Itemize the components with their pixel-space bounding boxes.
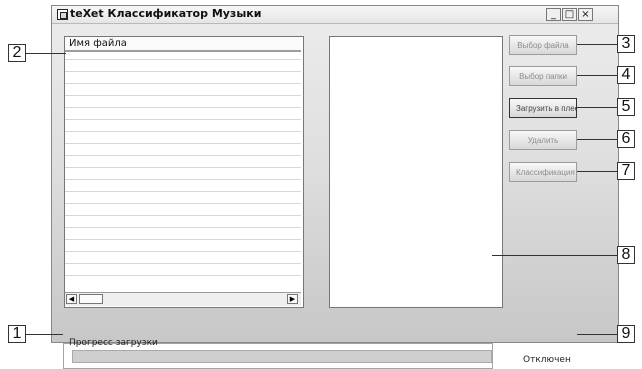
list-row-divider <box>65 263 301 264</box>
scroll-right-icon[interactable]: ▶ <box>287 294 298 304</box>
close-icon[interactable]: × <box>578 8 593 21</box>
choose-folder-button[interactable]: Выбор папки <box>509 66 577 86</box>
callout-line-3 <box>577 44 617 45</box>
callout-5: 5 <box>617 98 635 116</box>
list-row-divider <box>65 203 301 204</box>
callout-line-5 <box>577 107 617 108</box>
list-row-divider <box>65 179 301 180</box>
minimize-icon[interactable]: _ <box>546 8 561 21</box>
app-icon <box>57 9 68 20</box>
callout-line-7 <box>577 171 617 172</box>
list-row-divider <box>65 239 301 240</box>
scroll-thumb[interactable] <box>79 294 103 304</box>
callout-line-8 <box>492 255 617 256</box>
callout-line-1 <box>26 334 63 335</box>
choose-file-button[interactable]: Выбор файла <box>509 35 577 55</box>
callout-2: 2 <box>8 44 26 62</box>
callout-4: 4 <box>617 66 635 84</box>
list-row-divider <box>65 83 301 84</box>
callout-7: 7 <box>617 162 635 180</box>
list-row-divider <box>65 143 301 144</box>
load-player-button[interactable]: Загрузить в плее <box>509 98 577 118</box>
title-bar: teXet Классификатор Музыки _ □ × <box>52 6 618 24</box>
callout-line-4 <box>577 75 617 76</box>
callout-9: 9 <box>617 325 635 343</box>
progress-bar <box>72 350 492 363</box>
callout-line-2 <box>26 53 66 54</box>
list-row-divider <box>65 155 301 156</box>
callout-line-9 <box>577 334 617 335</box>
delete-button[interactable]: Удалить <box>509 130 577 150</box>
window-title: teXet Классификатор Музыки <box>70 7 262 20</box>
maximize-icon[interactable]: □ <box>562 8 577 21</box>
callout-line-6 <box>577 139 617 140</box>
list-row-divider <box>65 251 301 252</box>
list-row-divider <box>65 275 301 276</box>
list-row-divider <box>65 215 301 216</box>
list-row-divider <box>65 167 301 168</box>
callout-1: 1 <box>8 325 26 343</box>
horizontal-scrollbar[interactable]: ◀ ▶ <box>65 292 301 306</box>
file-list[interactable]: Имя файла ◀ ▶ <box>64 36 304 308</box>
list-row-divider <box>65 131 301 132</box>
info-panel[interactable] <box>329 36 503 308</box>
callout-6: 6 <box>617 130 635 148</box>
list-row-divider <box>65 107 301 108</box>
callout-3: 3 <box>617 35 635 53</box>
file-list-header: Имя файла <box>65 37 301 52</box>
callout-8: 8 <box>617 246 635 264</box>
application-window: teXet Классификатор Музыки _ □ × Имя фай… <box>51 5 619 343</box>
list-row-divider <box>65 119 301 120</box>
list-row-divider <box>65 191 301 192</box>
classification-button[interactable]: Классификация <box>509 162 577 182</box>
list-row-divider <box>65 59 301 60</box>
list-row-divider <box>65 71 301 72</box>
list-row-divider <box>65 95 301 96</box>
connection-status: Отключен <box>523 355 571 365</box>
list-row-divider <box>65 227 301 228</box>
scroll-left-icon[interactable]: ◀ <box>66 294 77 304</box>
